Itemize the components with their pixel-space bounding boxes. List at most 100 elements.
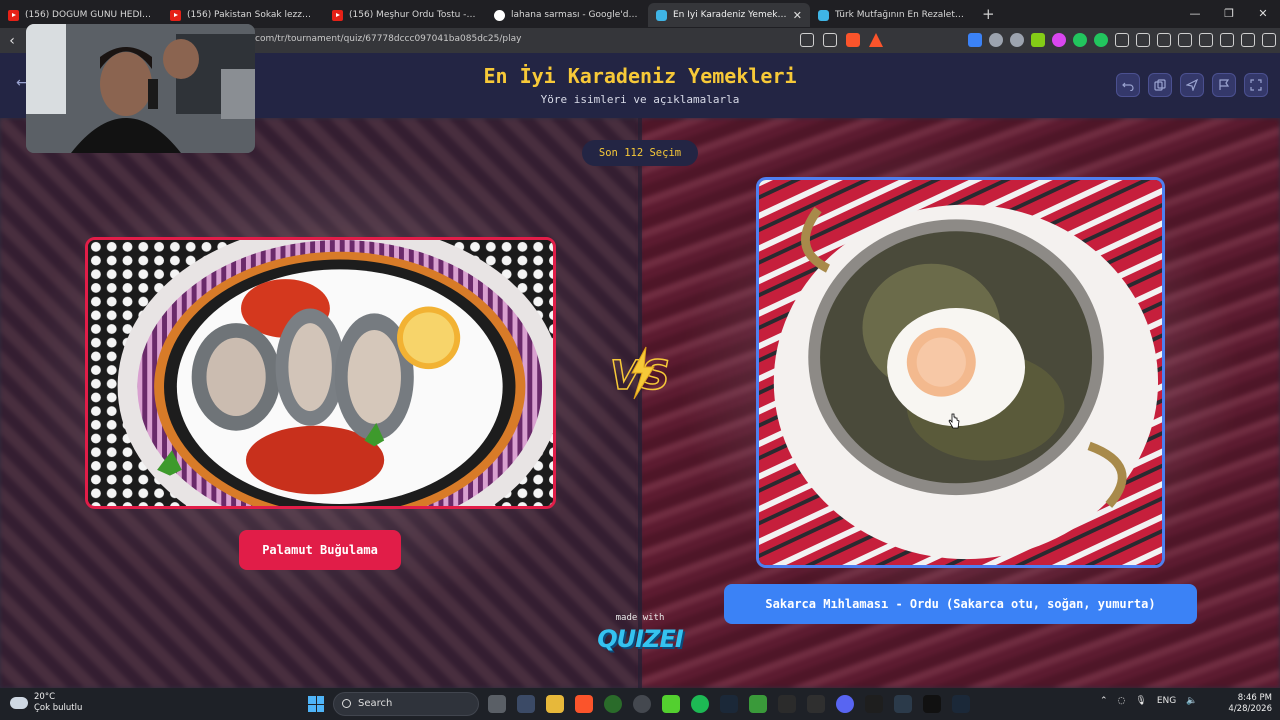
extension-icon[interactable] xyxy=(1073,33,1087,47)
browser-tab[interactable]: (156) Meşhur Ordu Tostu - YouTube xyxy=(324,3,486,27)
minecraft-icon[interactable] xyxy=(749,695,767,713)
volume-icon[interactable]: 🔈 xyxy=(1186,696,1197,706)
versus-badge: VS xyxy=(609,346,671,400)
tab-label: Türk Mutfağının En Rezalet Yemekler xyxy=(835,10,964,20)
menu-icon[interactable] xyxy=(1262,33,1276,47)
extension-icons xyxy=(968,33,1276,47)
store-icon[interactable] xyxy=(517,695,535,713)
live-icon[interactable] xyxy=(662,695,680,713)
leo-ai-icon[interactable] xyxy=(1220,33,1234,47)
minimize-icon[interactable]: — xyxy=(1178,0,1212,28)
tab-label: (156) Meşhur Ordu Tostu - YouTube xyxy=(349,10,478,20)
share-icon[interactable] xyxy=(823,33,837,47)
app-icon[interactable] xyxy=(604,695,622,713)
sidebar-icon[interactable] xyxy=(1178,33,1192,47)
windows-start-icon[interactable] xyxy=(308,696,324,712)
send-icon xyxy=(1186,79,1198,91)
right-choice-label[interactable]: Sakarca Mıhlaması - Ordu (Sakarca otu, s… xyxy=(724,584,1197,624)
report-button[interactable] xyxy=(1212,73,1236,97)
maximize-icon[interactable]: ❐ xyxy=(1212,0,1246,28)
youtube-icon xyxy=(170,9,181,21)
quizei-logo[interactable]: QUIZEI xyxy=(592,625,688,653)
obs-icon[interactable] xyxy=(633,695,651,713)
made-with-label: made with xyxy=(615,613,665,623)
address-actions xyxy=(800,33,883,47)
undo-icon xyxy=(1122,82,1134,91)
right-choice-image xyxy=(759,180,1162,565)
clock-time: 8:46 PM xyxy=(1237,693,1272,703)
weather-widget[interactable]: 20°C Çok bulutlu xyxy=(10,692,82,714)
search-placeholder: Search xyxy=(358,698,393,709)
webcam-feed xyxy=(26,24,255,153)
youtube-icon xyxy=(8,9,19,21)
new-tab-button[interactable]: + xyxy=(972,5,1005,23)
chevron-up-icon[interactable]: ⌃ xyxy=(1100,696,1108,706)
right-choice-card[interactable] xyxy=(756,177,1165,568)
round-indicator: Son 112 Seçim xyxy=(582,140,698,166)
extension-icon[interactable] xyxy=(989,33,1003,47)
language-indicator[interactable]: ENG xyxy=(1157,696,1176,706)
tab-label: (156) DOĞUM GÜNÜ HEDİYELERİ ?! ( xyxy=(25,10,154,20)
header-actions xyxy=(1116,73,1268,97)
undo-button[interactable] xyxy=(1116,73,1140,97)
hand-cursor-icon xyxy=(948,413,960,429)
close-window-icon[interactable]: ✕ xyxy=(1246,0,1280,28)
copy-button[interactable] xyxy=(1148,73,1172,97)
screenshot-icon[interactable] xyxy=(1136,33,1150,47)
fullscreen-button[interactable] xyxy=(1244,73,1268,97)
spotify-icon[interactable] xyxy=(691,695,709,713)
left-choice-card[interactable] xyxy=(85,237,556,509)
browser-tab-active[interactable]: En İyi Karadeniz Yemekleri - Tier ✕ xyxy=(648,3,810,27)
browser-tab[interactable]: lahana sarması - Google'da Ara xyxy=(486,3,648,27)
fullscreen-icon xyxy=(1250,79,1262,91)
flag-icon xyxy=(1219,79,1230,90)
copy-icon xyxy=(1154,79,1166,91)
amazon-games-icon[interactable] xyxy=(778,695,796,713)
weather-temp: 20°C xyxy=(34,692,56,702)
windows-taskbar: 20°C Çok bulutlu Search ⌃ ◌ 🎙 ENG 🔈 8:46… xyxy=(0,688,1280,720)
extension-icon[interactable] xyxy=(1031,33,1045,47)
extension-icon[interactable] xyxy=(1052,33,1066,47)
extension-icon[interactable] xyxy=(1010,33,1024,47)
youtube-icon xyxy=(332,9,343,21)
back-arrow-icon[interactable]: ‹ xyxy=(0,33,24,49)
search-icon xyxy=(342,699,351,708)
steam-icon[interactable] xyxy=(720,695,738,713)
url-field[interactable]: com/tr/tournament/quiz/67778dccc097041ba… xyxy=(255,34,521,44)
vpn-icon[interactable] xyxy=(1094,33,1108,47)
left-choice-label[interactable]: Palamut Buğulama xyxy=(239,530,401,570)
shield-icon[interactable] xyxy=(1241,33,1255,47)
discord-icon[interactable] xyxy=(836,695,854,713)
brave-shield-icon[interactable] xyxy=(846,33,860,47)
translate-icon[interactable] xyxy=(800,33,814,47)
puzzle-extensions-icon[interactable] xyxy=(1115,33,1129,47)
microphone-icon[interactable]: 🎙 xyxy=(1135,696,1146,706)
music-icon[interactable] xyxy=(1157,33,1171,47)
app-g-icon[interactable] xyxy=(865,695,883,713)
browser-tab[interactable]: Türk Mutfağının En Rezalet Yemekler xyxy=(810,3,972,27)
close-tab-icon[interactable]: ✕ xyxy=(793,9,802,22)
capcut-icon[interactable] xyxy=(923,695,941,713)
task-view-icon[interactable] xyxy=(488,695,506,713)
center-divider xyxy=(638,118,642,688)
share-button[interactable] xyxy=(1180,73,1204,97)
file-explorer-icon[interactable] xyxy=(546,695,564,713)
weather-desc: Çok bulutlu xyxy=(34,703,83,713)
taskbar-apps xyxy=(488,695,970,713)
epic-games-icon[interactable] xyxy=(807,695,825,713)
taskbar-search[interactable]: Search xyxy=(333,692,479,716)
translate-extension-icon[interactable] xyxy=(968,33,982,47)
left-choice-image xyxy=(88,240,553,506)
clock-date: 4/28/2026 xyxy=(1228,704,1272,714)
tab-label: En İyi Karadeniz Yemekleri - Tier xyxy=(673,10,787,20)
taskbar-clock[interactable]: 8:46 PM 4/28/2026 xyxy=(1222,693,1272,715)
wallet-icon[interactable] xyxy=(1199,33,1213,47)
cloud-icon xyxy=(10,697,28,709)
network-icon[interactable]: ◌ xyxy=(1118,696,1126,706)
davinci-icon[interactable] xyxy=(894,695,912,713)
steam-icon[interactable] xyxy=(952,695,970,713)
brave-browser-icon[interactable] xyxy=(575,695,593,713)
system-tray: ⌃ ◌ 🎙 ENG 🔈 xyxy=(1100,696,1197,706)
brave-rewards-icon[interactable] xyxy=(869,33,883,47)
quizei-icon xyxy=(818,9,829,21)
